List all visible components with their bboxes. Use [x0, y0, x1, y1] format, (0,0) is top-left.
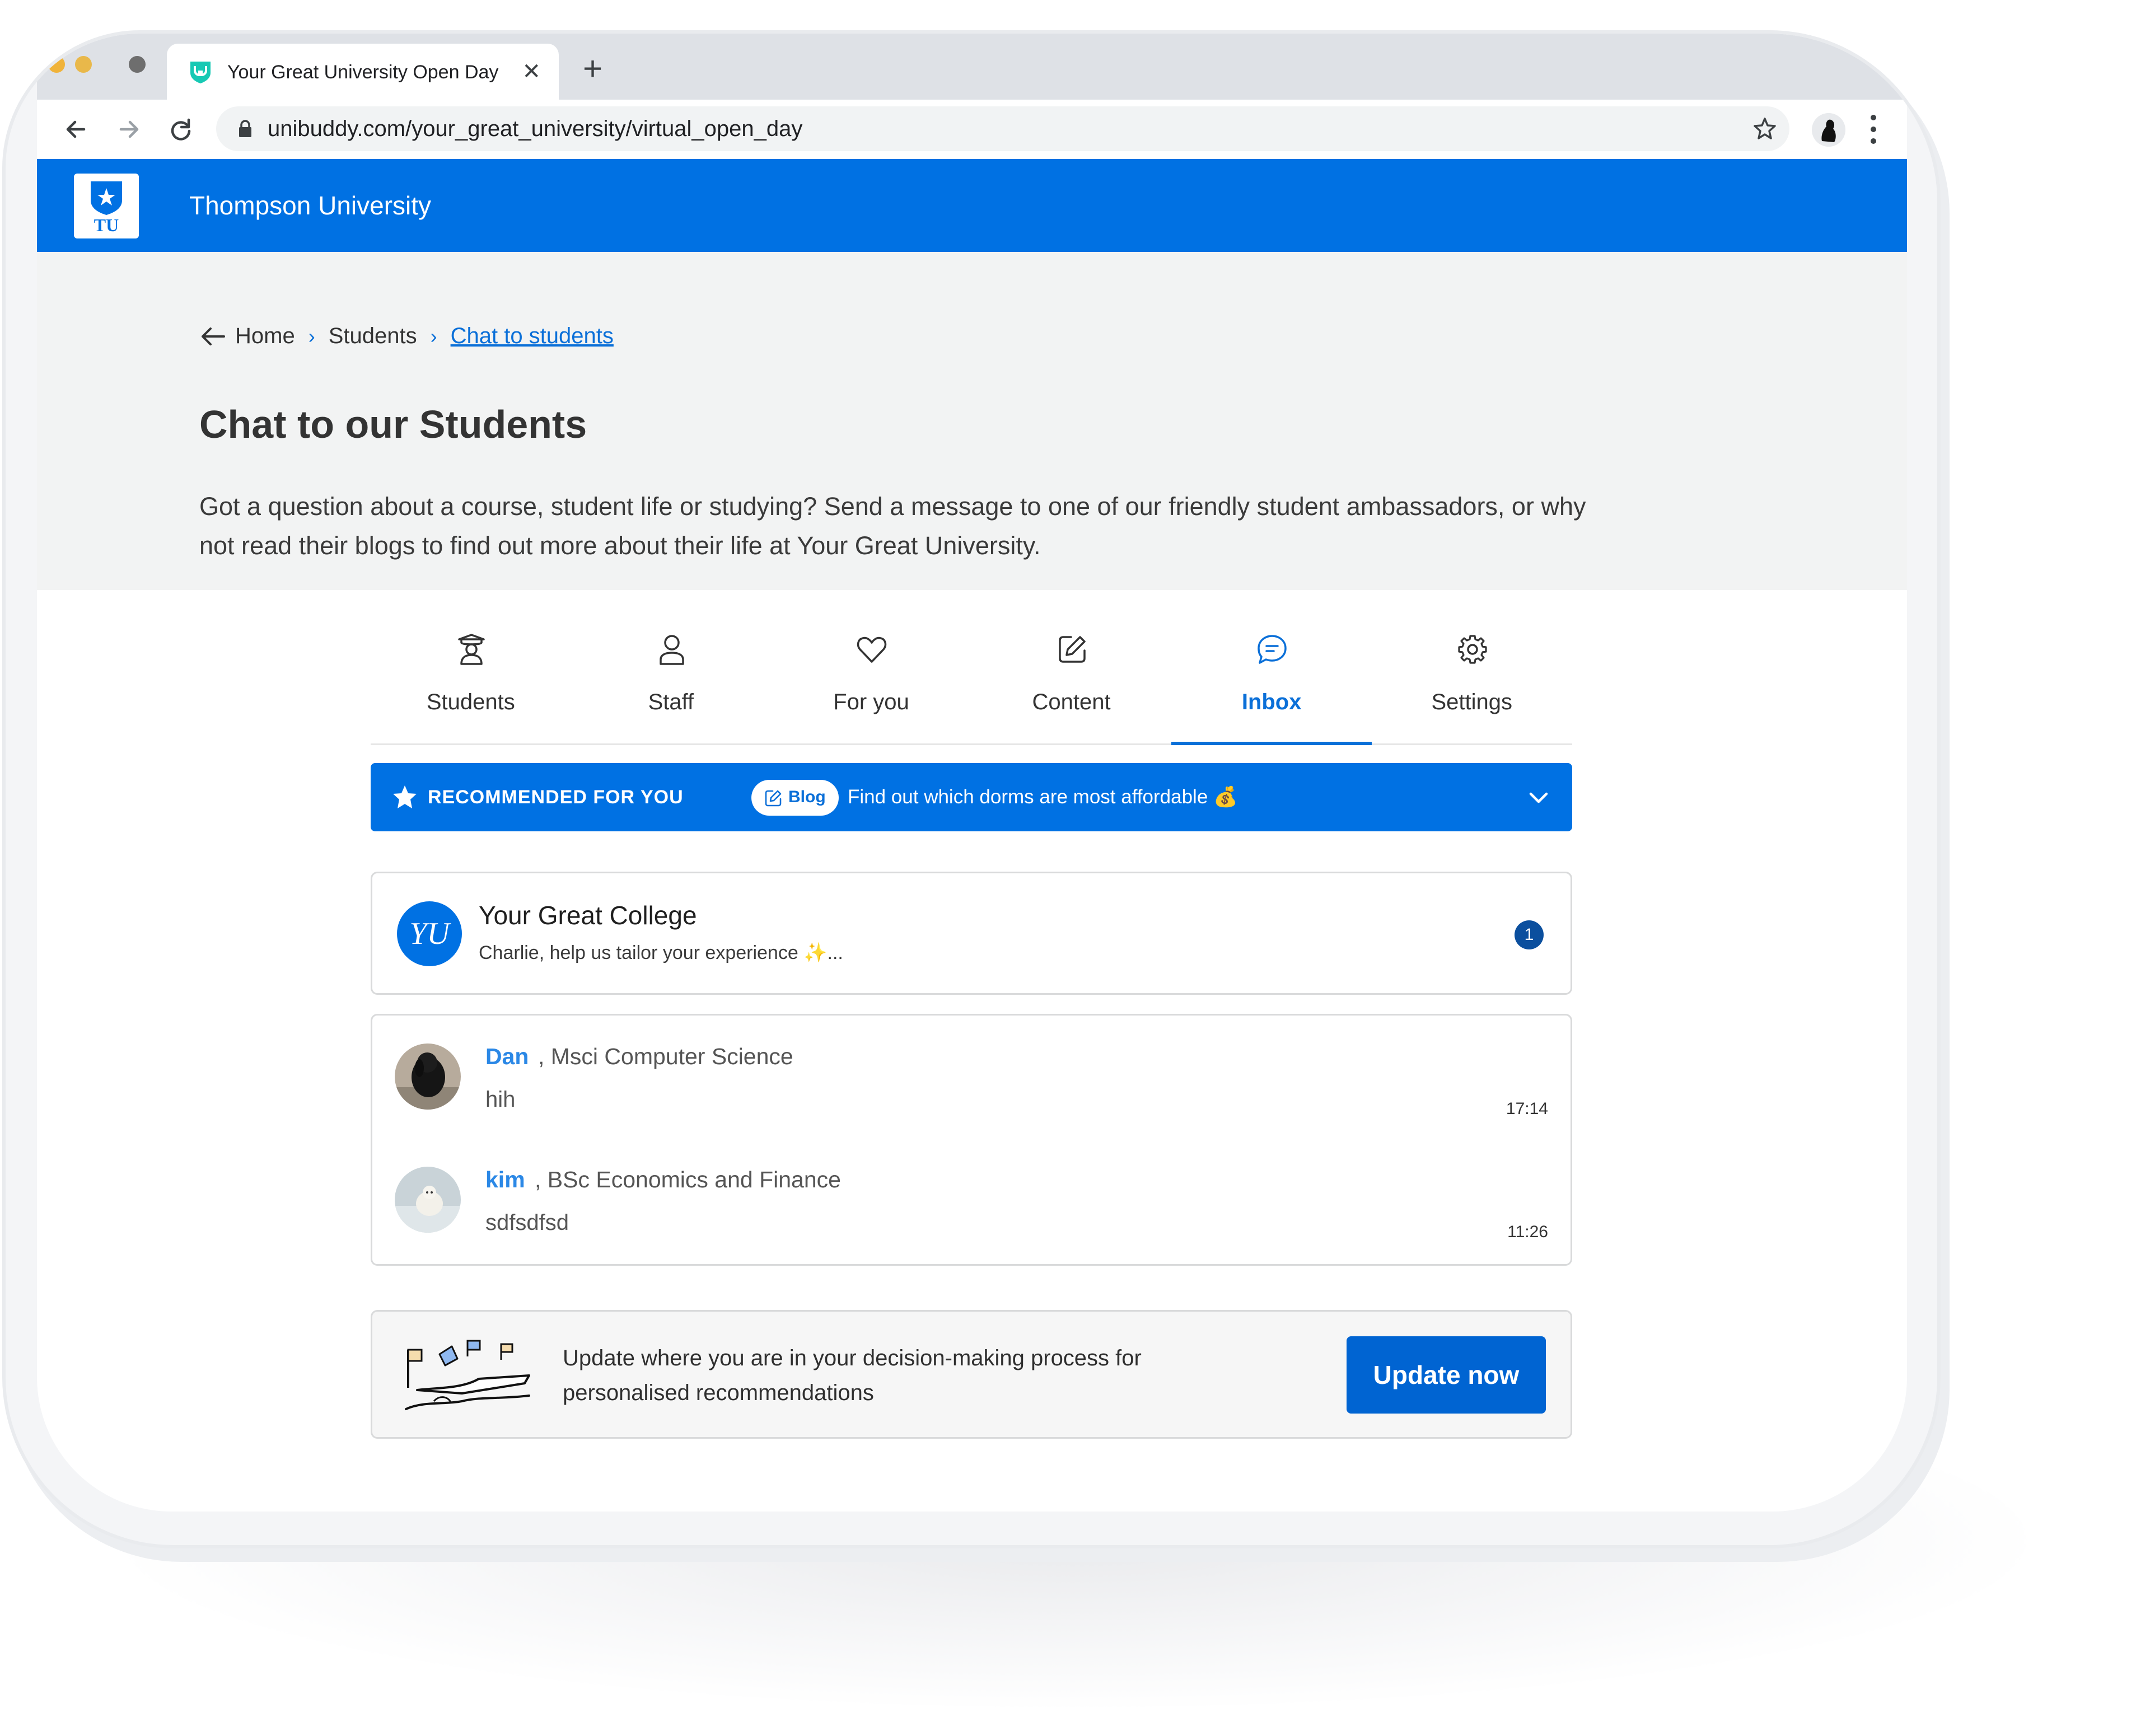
update-prompt-text: Update where you are in your decision-ma… [563, 1346, 1142, 1405]
browser-tabstrip: Your Great University Open Day ✕ + [37, 34, 1907, 100]
unibuddy-favicon-icon [190, 62, 211, 83]
message-time: 17:14 [1506, 1099, 1548, 1118]
breadcrumb: Home › Students › Chat to students [199, 324, 614, 349]
college-name: Your Great College [479, 901, 697, 930]
tab-close-icon[interactable]: ✕ [522, 58, 541, 85]
tab-label: Settings [1431, 690, 1513, 714]
tab-for-you[interactable]: For you [771, 616, 971, 743]
dog-photo-icon [395, 1044, 461, 1110]
tab-label: Students [426, 690, 515, 714]
journey-illustration-icon [405, 1340, 530, 1410]
url-text: unibuddy.com/your_great_university/virtu… [268, 116, 803, 141]
tab-inbox[interactable]: Inbox [1171, 616, 1372, 745]
reload-icon[interactable] [167, 115, 195, 143]
tab-settings[interactable]: Settings [1372, 616, 1572, 743]
chevron-right-icon: › [308, 324, 315, 348]
heart-icon [857, 637, 887, 663]
blog-pill-label: Blog [788, 788, 826, 806]
message-preview: sdfsdfsd [485, 1210, 569, 1235]
window-minimize-dot[interactable] [48, 56, 65, 73]
tab-label: Inbox [1241, 690, 1302, 714]
tab-content[interactable]: Content [971, 616, 1172, 743]
edit-icon [765, 790, 782, 807]
conversation-list: Dan , Msci Computer Science hih 17:14 ki… [371, 1014, 1572, 1266]
conversation-item[interactable]: kim , BSc Economics and Finance sdfsdfsd… [372, 1139, 1571, 1262]
address-bar[interactable]: unibuddy.com/your_great_university/virtu… [216, 106, 1789, 151]
tab-label: Staff [648, 690, 694, 714]
recommended-label: RECOMMENDED FOR YOU [428, 787, 684, 808]
back-arrow-icon[interactable] [199, 325, 226, 348]
update-now-button[interactable]: Update now [1347, 1336, 1546, 1414]
university-logo[interactable]: TU [74, 174, 139, 238]
conversation-item[interactable]: Dan , Msci Computer Science hih 17:14 [372, 1016, 1571, 1139]
star-icon [393, 785, 417, 808]
logo-text: TU [94, 215, 119, 235]
edit-icon [1059, 636, 1086, 663]
chat-icon [1258, 635, 1287, 664]
college-conversation[interactable]: YU Your Great College Charlie, help us t… [371, 872, 1572, 995]
ambassador-course: , Msci Computer Science [538, 1044, 793, 1069]
tab-students[interactable]: Students [371, 616, 571, 743]
blog-pill: Blog [751, 780, 839, 816]
polar-bear-photo-icon [395, 1167, 461, 1233]
university-name: Thompson University [189, 191, 432, 220]
window-close-dot[interactable] [129, 56, 146, 73]
tab-title: Your Great University Open Day [227, 62, 499, 83]
profile-avatar-icon[interactable] [1812, 113, 1845, 147]
new-tab-button[interactable]: + [583, 52, 602, 86]
tab-staff[interactable]: Staff [571, 616, 772, 743]
bookmark-star-icon[interactable] [1751, 115, 1778, 142]
graduate-icon [458, 634, 485, 665]
gear-icon [1458, 635, 1487, 664]
section-tabs: Students Staff For you Content Inbox Set… [371, 616, 1572, 745]
person-icon [659, 635, 684, 665]
back-icon[interactable] [62, 115, 90, 143]
unread-badge: 1 [1515, 920, 1544, 949]
browser-tab[interactable]: Your Great University Open Day ✕ [167, 44, 559, 100]
page-title: Chat to our Students [199, 403, 587, 446]
browser-toolbar: unibuddy.com/your_great_university/virtu… [37, 100, 1907, 159]
chevron-down-icon[interactable] [1526, 785, 1551, 810]
breadcrumb-students[interactable]: Students [329, 324, 417, 349]
avatar [395, 1044, 461, 1110]
tab-label: For you [833, 690, 909, 714]
college-message-preview: Charlie, help us tailor your experience … [479, 942, 843, 963]
recommended-banner[interactable]: RECOMMENDED FOR YOU Blog Find out which … [371, 763, 1572, 831]
breadcrumb-home[interactable]: Home [235, 324, 295, 349]
browser-window: Your Great University Open Day ✕ + unibu… [37, 34, 1907, 1512]
chevron-right-icon: › [430, 324, 437, 348]
tab-label: Content [1032, 690, 1111, 714]
lock-icon [239, 120, 251, 137]
message-time: 11:26 [1507, 1223, 1548, 1241]
hero-section: Home › Students › Chat to students Chat … [37, 252, 1907, 590]
ambassador-name[interactable]: kim [485, 1167, 525, 1193]
breadcrumb-current[interactable]: Chat to students [451, 324, 614, 349]
avatar [395, 1167, 461, 1233]
site-header: TU Thompson University [37, 159, 1907, 252]
laptop-frame: Your Great University Open Day ✕ + unibu… [6, 34, 1937, 1545]
window-zoom-dot[interactable] [75, 56, 92, 73]
decision-stage-prompt: Update where you are in your decision-ma… [371, 1310, 1572, 1439]
message-preview: hih [485, 1087, 516, 1112]
forward-icon[interactable] [115, 115, 143, 143]
ambassador-course: , BSc Economics and Finance [535, 1167, 841, 1192]
browser-menu-icon[interactable] [1868, 112, 1879, 147]
page-description: Got a question about a course, student l… [199, 492, 1586, 560]
college-avatar: YU [397, 901, 462, 966]
recommended-text[interactable]: Find out which dorms are most affordable… [848, 785, 1238, 808]
ambassador-name[interactable]: Dan [485, 1044, 529, 1070]
